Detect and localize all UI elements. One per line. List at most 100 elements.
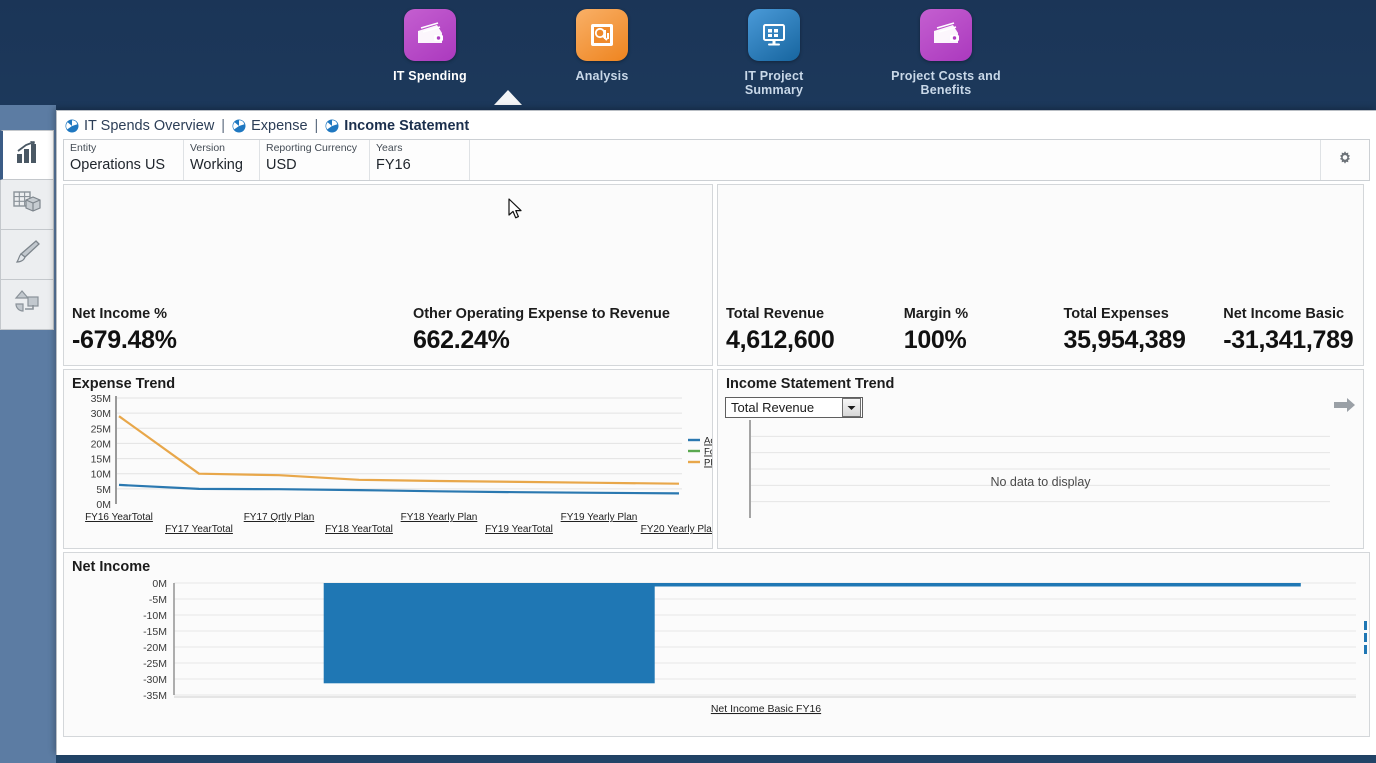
pov-entity[interactable]: Entity Operations US [64,140,184,180]
nav-label: Project Costs and Benefits [886,69,1006,97]
kpi-title: Net Income % [72,305,413,323]
sidebar-item-dashboards[interactable] [0,130,54,180]
svg-text:-25M: -25M [143,658,167,670]
wallet-icon [404,9,456,61]
breadcrumb-label: Expense [251,118,307,134]
dashboard-window: IT Spends Overview | Expense | [56,110,1376,755]
pov-version[interactable]: Version Working [184,140,260,180]
expense-trend-panel: Expense Trend 0M5M10M15M20M25M30M35MActu… [63,369,713,549]
kpi-title: Total Revenue [726,305,904,323]
svg-text:FY17 YearTotal: FY17 YearTotal [165,524,233,535]
kpi-panel-ratios: Net Income % -679.48% Other Operating Ex… [63,184,713,366]
kpi-value: 4,612,600 [726,323,904,357]
breadcrumb-label: IT Spends Overview [84,118,214,134]
pov-reporting-currency[interactable]: Reporting Currency USD [260,140,370,180]
svg-text:FY17 Qrtly Plan: FY17 Qrtly Plan [244,512,315,523]
nav-item-it-spending[interactable]: IT Spending [370,9,490,83]
wallet-icon [920,9,972,61]
expense-trend-chart[interactable]: 0M5M10M15M20M25M30M35MActualForecastPlan… [64,392,712,547]
arrow-right-icon[interactable] [1333,396,1357,419]
no-data-message: No data to display [718,475,1363,489]
pov-value: Operations US [70,155,183,175]
net-income-panel: Net Income 0M-5M-10M-15M-20M-25M-30M-35M… [63,552,1370,737]
kpi-title: Net Income Basic [1223,305,1363,323]
pov-label: Reporting Currency [266,142,369,155]
paintbrush-icon [13,239,41,270]
chart-row: Expense Trend 0M5M10M15M20M25M30M35MActu… [63,369,1370,549]
svg-text:0M: 0M [152,578,167,590]
pov-bar: Entity Operations US Version Working Rep… [63,139,1370,181]
breadcrumb-item-expense[interactable]: Expense [232,118,307,134]
kpi-value: -31,341,789 [1223,323,1363,357]
net-income-chart[interactable]: 0M-5M-10M-15M-20M-25M-30M-35MPlanPlanPla… [64,575,1367,735]
svg-text:Plan: Plan [704,458,712,469]
svg-text:FY19 YearTotal: FY19 YearTotal [485,524,553,535]
nav-item-project-costs-and-benefits[interactable]: Project Costs and Benefits [886,9,1006,97]
kpi-net-income-percent: Net Income % -679.48% [72,305,413,357]
sidebar-item-design[interactable] [0,230,54,280]
nav-label: IT Project Summary [714,69,834,97]
grid-cube-icon [12,189,42,220]
breadcrumb-separator: | [313,118,321,134]
pov-spacer [470,140,1321,180]
svg-text:-20M: -20M [143,642,167,654]
kpi-title: Total Expenses [1063,305,1223,323]
svg-text:FY20 Yearly Plan: FY20 Yearly Plan [641,524,712,535]
svg-text:25M: 25M [91,423,111,435]
kpi-net-income-basic: Net Income Basic -31,341,789 [1223,305,1363,357]
kpi-value: -679.48% [72,323,413,357]
chevron-down-icon [842,398,861,417]
svg-text:35M: 35M [91,393,111,405]
settings-button[interactable] [1321,140,1369,180]
kpi-margin-percent: Margin % 100% [904,305,1064,357]
svg-text:FY16 YearTotal: FY16 YearTotal [85,512,153,523]
svg-text:30M: 30M [91,408,111,420]
kpi-title: Other Operating Expense to Revenue [413,305,712,323]
sidebar-item-data[interactable] [0,180,54,230]
income-trend-controls: Total Revenue [725,396,1357,419]
svg-text:FY18 Yearly Plan: FY18 Yearly Plan [401,512,478,523]
pov-label: Version [190,142,259,155]
pov-years[interactable]: Years FY16 [370,140,470,180]
monitor-grid-icon [748,9,800,61]
application-window: IT Spending Analysis [0,0,1376,763]
top-navigation: IT Spending Analysis [0,0,1376,105]
sidebar-item-rules[interactable] [0,280,54,330]
measure-select[interactable]: Total Revenue [725,397,863,418]
kpi-value: 35,954,389 [1063,323,1223,357]
cube-icon [325,119,339,133]
kpi-title: Margin % [904,305,1064,323]
breadcrumb-item-it-spends-overview[interactable]: IT Spends Overview [65,118,214,134]
analysis-chart-icon [576,9,628,61]
svg-text:FY19 Yearly Plan: FY19 Yearly Plan [561,512,638,523]
svg-text:Forecast: Forecast [704,447,712,458]
panel-title: Net Income [64,553,1369,576]
pov-label: Entity [70,142,183,155]
svg-text:-35M: -35M [143,690,167,702]
svg-text:-15M: -15M [143,626,167,638]
income-statement-trend-panel: Income Statement Trend Total Revenue [717,369,1364,549]
kpi-total-expenses: Total Expenses 35,954,389 [1063,305,1223,357]
bar-chart-icon [14,140,42,171]
nav-item-analysis[interactable]: Analysis [542,9,662,83]
nav-label: IT Spending [393,69,467,83]
pov-value: USD [266,155,369,175]
svg-text:-30M: -30M [143,674,167,686]
left-rail [0,105,56,763]
svg-text:10M: 10M [91,469,111,481]
panel-title: Expense Trend [64,370,712,393]
svg-text:20M: 20M [91,438,111,450]
kpi-panel-totals: Total Revenue 4,612,600 Margin % 100% To… [717,184,1364,366]
panel-title: Income Statement Trend [718,370,1363,393]
kpi-value: 662.24% [413,323,712,357]
pov-value: Working [190,155,259,175]
shapes-swap-icon [13,289,41,320]
svg-text:5M: 5M [96,484,111,496]
svg-text:0M: 0M [96,499,111,511]
breadcrumb-separator: | [219,118,227,134]
breadcrumb: IT Spends Overview | Expense | [57,111,1376,137]
breadcrumb-item-income-statement[interactable]: Income Statement [325,118,469,134]
active-tab-pointer [494,90,522,105]
nav-item-it-project-summary[interactable]: IT Project Summary [714,9,834,97]
kpi-value: 100% [904,323,1064,357]
